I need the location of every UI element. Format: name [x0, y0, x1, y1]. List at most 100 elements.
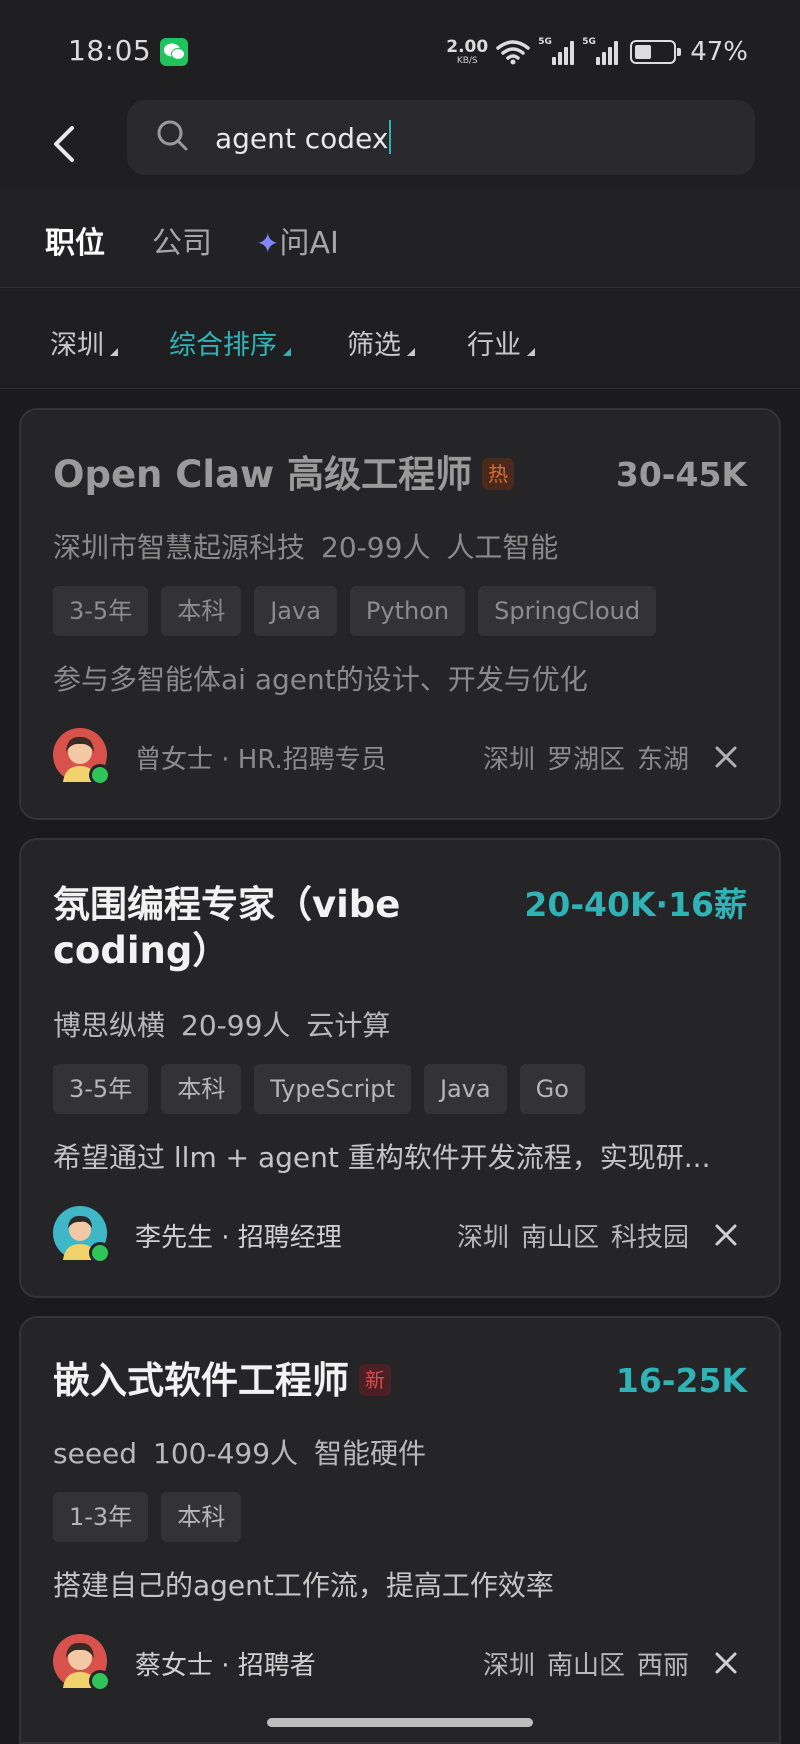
- dropdown-triangle-icon: [527, 348, 535, 356]
- company-line: 深圳市智慧起源科技 20-99人 人工智能: [53, 526, 574, 566]
- dropdown-triangle-icon: [283, 348, 291, 356]
- battery-icon: [630, 40, 682, 64]
- loc-district: 南山区: [520, 1223, 599, 1253]
- company-size: 100-499人: [153, 1437, 299, 1470]
- new-badge: 新: [359, 1364, 391, 1396]
- avatar: [53, 1634, 111, 1692]
- job-tag: Java: [254, 586, 337, 636]
- tab-companies[interactable]: 公司: [152, 218, 212, 262]
- filter-screen[interactable]: 筛选: [347, 323, 415, 362]
- job-salary: 30-45K: [615, 455, 747, 494]
- search-input[interactable]: agent codex: [127, 100, 755, 175]
- job-tag: TypeScript: [254, 1064, 411, 1114]
- job-title-line1: 氛围编程专家（vibe: [53, 883, 401, 926]
- loc-district: 罗湖区: [546, 745, 625, 775]
- job-card[interactable]: 氛围编程专家（vibe coding） 20-40K·16薪 博思纵横 20-99…: [19, 838, 781, 1298]
- job-salary: 20-40K·16薪: [524, 885, 747, 924]
- job-title-line2: coding）: [53, 929, 230, 972]
- job-title: 嵌入式软件工程师新: [53, 1358, 391, 1404]
- tab-ask-ai-label: 问AI: [279, 226, 339, 261]
- wechat-notification-icon: [160, 38, 188, 66]
- job-title: 氛围编程专家（vibe coding）: [53, 882, 400, 974]
- wifi-icon: [496, 40, 530, 65]
- dismiss-job-button[interactable]: [711, 742, 741, 772]
- loc-city: 深圳: [456, 1223, 509, 1253]
- company-name: 深圳市智慧起源科技: [53, 531, 306, 564]
- tab-ask-ai[interactable]: ✦问AI: [256, 218, 339, 262]
- loc-area: 科技园: [610, 1223, 689, 1253]
- dropdown-triangle-icon: [407, 348, 415, 356]
- job-tag: 3-5年: [53, 1064, 149, 1114]
- tab-positions[interactable]: 职位: [45, 218, 105, 262]
- company-name: 博思纵横: [53, 1009, 166, 1042]
- avatar: [53, 728, 111, 786]
- job-card[interactable]: Open Claw 高级工程师热 30-45K 深圳市智慧起源科技 20-99人人…: [19, 408, 781, 820]
- online-status-dot: [89, 1670, 111, 1692]
- loc-area: 西丽: [636, 1651, 689, 1681]
- close-icon: [715, 1224, 737, 1246]
- filter-industry-label: 行业: [467, 330, 521, 361]
- network-speed: 2.00 KB/S: [446, 36, 489, 66]
- filter-sort[interactable]: 综合排序: [169, 323, 291, 362]
- search-icon: [157, 120, 188, 151]
- job-location: 深圳 南山区 科技园: [445, 1217, 689, 1254]
- job-tag: Go: [519, 1064, 585, 1114]
- filter-screen-label: 筛选: [347, 330, 401, 361]
- online-status-dot: [89, 1242, 111, 1264]
- chevron-left-icon: [54, 126, 74, 162]
- back-button[interactable]: [44, 114, 88, 174]
- status-time: 18:05: [68, 34, 152, 67]
- hot-badge: 热: [482, 458, 515, 490]
- net-speed-value: 2.00: [446, 36, 489, 57]
- battery-percent: 47%: [690, 37, 748, 67]
- filter-sort-label: 综合排序: [169, 330, 277, 361]
- job-tags: 1-3年 本科: [53, 1492, 242, 1542]
- job-title-text: 嵌入式软件工程师: [53, 1359, 349, 1402]
- company-industry: 智能硬件: [314, 1437, 427, 1470]
- signal-1-label: 5G: [538, 37, 552, 47]
- job-tag: Python: [349, 586, 466, 636]
- online-status-dot: [89, 764, 111, 786]
- filter-city[interactable]: 深圳: [50, 323, 118, 362]
- job-description: 搭建自己的agent工作流，提高工作效率: [53, 1569, 554, 1602]
- job-salary: 16-25K: [615, 1361, 747, 1400]
- recruiter-info: 蔡女士 · 招聘者: [135, 1651, 316, 1681]
- job-title: Open Claw 高级工程师热: [53, 452, 515, 498]
- status-bar: 18:05 2.00 KB/S 5G 5G 47%: [0, 0, 800, 100]
- home-indicator[interactable]: [267, 1718, 533, 1727]
- signal-2-label: 5G: [582, 37, 596, 47]
- job-tag: Java: [423, 1064, 507, 1114]
- search-query-text[interactable]: agent codex: [215, 120, 392, 155]
- recruiter-info: 李先生 · 招聘经理: [135, 1223, 342, 1253]
- loc-area: 东湖: [636, 745, 689, 775]
- close-icon: [715, 746, 737, 768]
- dismiss-job-button[interactable]: [711, 1220, 741, 1250]
- job-tag: SpringCloud: [478, 586, 657, 636]
- dismiss-job-button[interactable]: [711, 1648, 741, 1678]
- company-name: seeed: [53, 1437, 138, 1470]
- job-tags: 3-5年 本科 TypeScript Java Go: [53, 1064, 585, 1114]
- job-tags: 3-5年 本科 Java Python SpringCloud: [53, 586, 657, 636]
- close-icon: [715, 1652, 737, 1674]
- loc-city: 深圳: [482, 745, 535, 775]
- job-location: 深圳 南山区 西丽: [471, 1645, 689, 1682]
- company-industry: 人工智能: [446, 531, 559, 564]
- job-card[interactable]: 嵌入式软件工程师新 16-25K seeed 100-499人 智能硬件 1-3年 …: [19, 1316, 781, 1744]
- net-speed-unit: KB/S: [456, 55, 478, 66]
- cellular-signal-1-icon: 5G: [538, 37, 575, 65]
- sparkle-icon: ✦: [256, 227, 280, 260]
- filter-city-label: 深圳: [50, 330, 104, 361]
- job-location: 深圳 罗湖区 东湖: [471, 739, 689, 776]
- job-description: 参与多智能体ai agent的设计、开发与优化: [53, 663, 588, 696]
- search-query-value: agent codex: [215, 122, 389, 155]
- avatar: [53, 1206, 111, 1264]
- filter-industry[interactable]: 行业: [467, 323, 535, 362]
- company-size: 20-99人: [321, 531, 431, 564]
- loc-city: 深圳: [482, 1651, 535, 1681]
- search-header: agent codex: [0, 100, 800, 188]
- filter-bar: 深圳 综合排序 筛选 行业: [0, 289, 800, 389]
- job-tag: 本科: [161, 1064, 242, 1114]
- job-tag: 3-5年: [53, 586, 149, 636]
- job-tag: 本科: [161, 1492, 242, 1542]
- job-tag: 本科: [161, 586, 242, 636]
